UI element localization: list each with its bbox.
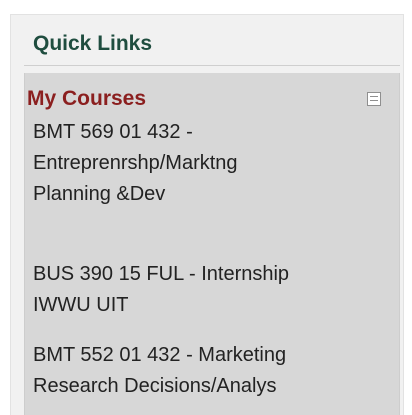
collapse-icon[interactable]	[367, 92, 381, 106]
quick-links-header: Quick Links	[24, 31, 400, 66]
course-link-bus-390[interactable]: BUS 390 15 FUL - Internship IWWU UIT	[33, 259, 393, 321]
course-link-line: Entreprenrshp/Marktng	[33, 152, 238, 174]
course-link-line: Planning &Dev	[33, 183, 166, 205]
course-link-line: Research Decisions/Analys	[33, 375, 277, 397]
course-link-bmt-552[interactable]: BMT 552 01 432 - Marketing Research Deci…	[33, 340, 393, 402]
course-link-line: IWWU UIT	[33, 294, 129, 316]
course-link-line: BMT 569 01 432 -	[33, 121, 193, 143]
course-link-bmt-569[interactable]: BMT 569 01 432 - Entreprenrshp/Marktng P…	[33, 117, 393, 210]
my-courses-header: My Courses	[27, 87, 388, 113]
my-courses-title: My Courses	[27, 87, 147, 110]
course-link-line: BMT 552 01 432 - Marketing	[33, 344, 287, 366]
quick-links-title: Quick Links	[33, 32, 153, 55]
course-link-line: BUS 390 15 FUL - Internship	[33, 263, 290, 285]
